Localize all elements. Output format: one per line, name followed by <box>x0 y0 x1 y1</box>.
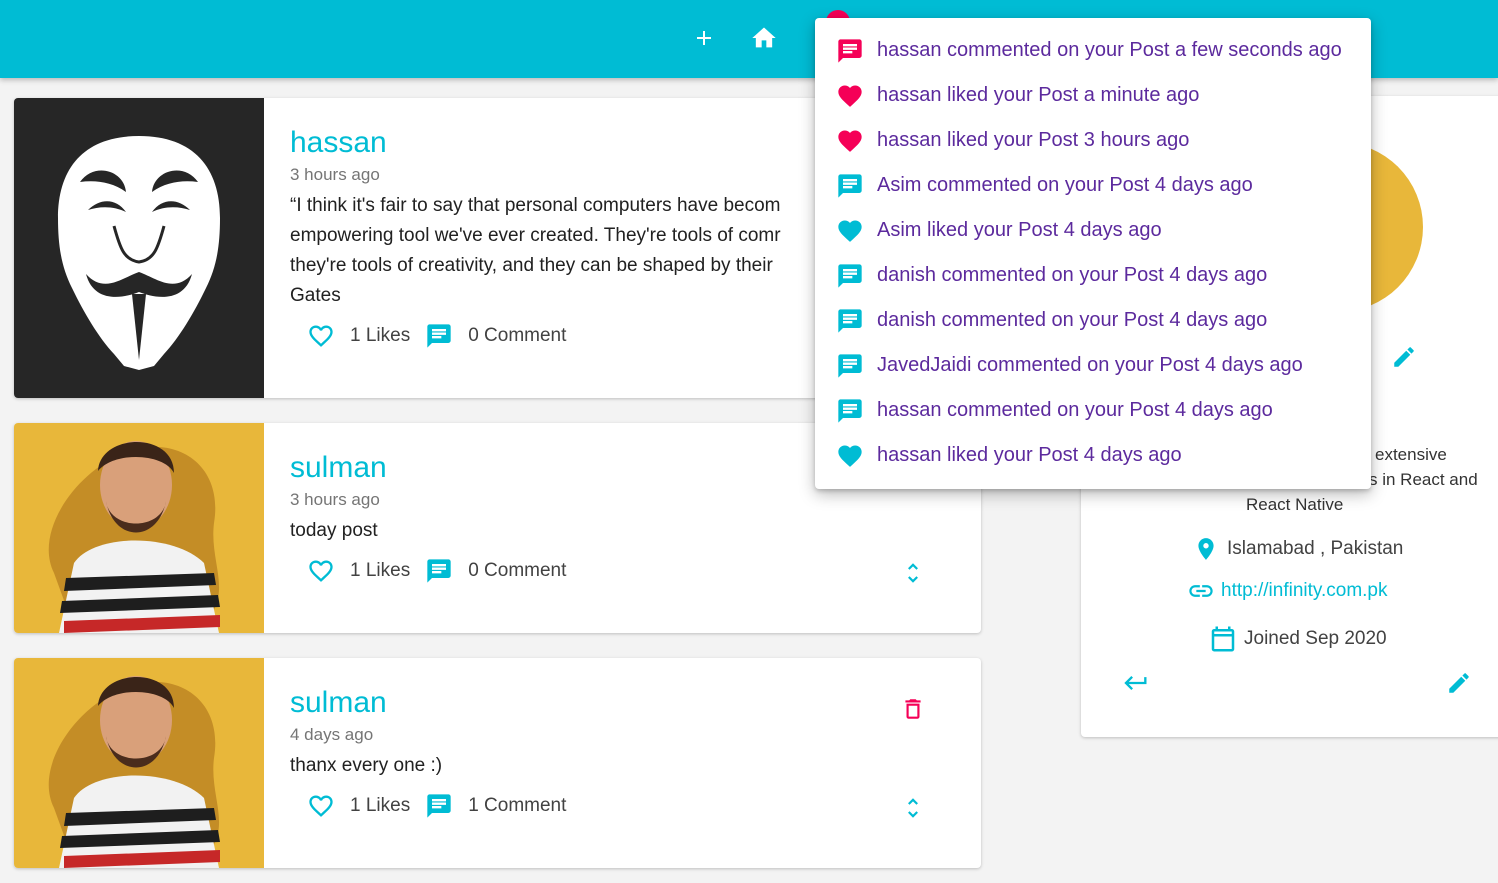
profile-website[interactable]: http://infinity.com.pk <box>1187 577 1388 605</box>
post-avatar-mask <box>14 98 264 398</box>
likes-count: 1 Likes <box>350 560 411 581</box>
expand-button[interactable] <box>898 558 928 588</box>
unfold-more-icon <box>908 563 918 583</box>
comments-count: 1 Comment <box>468 795 567 816</box>
guy-fawkes-mask-icon <box>58 136 220 370</box>
home-button[interactable] <box>744 18 784 58</box>
profile-bio-line: s in React and <box>1369 470 1478 489</box>
user-photo-icon <box>48 441 220 633</box>
edit-avatar-button[interactable] <box>1389 342 1419 372</box>
post-username[interactable]: sulman <box>290 686 387 720</box>
post-actions: 1 Likes 1 Comment <box>290 791 566 821</box>
location-pin-icon <box>1198 538 1214 560</box>
notification-item[interactable]: danish commented on your Post 4 days ago <box>815 253 1371 298</box>
heart-icon <box>835 216 865 246</box>
profile-bio-line: React Native <box>1246 495 1344 514</box>
heart-icon <box>835 81 865 111</box>
delete-icon <box>905 699 921 719</box>
comment-icon <box>835 261 865 291</box>
notification-item[interactable]: hassan liked your Post 3 hours ago <box>815 118 1371 163</box>
delete-post-button[interactable] <box>898 694 928 724</box>
notification-item[interactable]: hassan liked your Post a minute ago <box>815 73 1371 118</box>
comment-button[interactable] <box>424 556 454 586</box>
post-text: “I think it's fair to say that personal … <box>290 195 781 306</box>
comments-count: 0 Comment <box>468 560 567 581</box>
edit-profile-button[interactable] <box>1444 668 1474 698</box>
add-post-button[interactable] <box>684 18 724 58</box>
notification-item[interactable]: hassan commented on your Post a few seco… <box>815 28 1371 73</box>
post-timestamp: 3 hours ago <box>290 165 380 184</box>
comment-button[interactable] <box>424 791 454 821</box>
logout-button[interactable] <box>1121 668 1151 698</box>
heart-outline-icon <box>309 795 333 817</box>
comment-icon <box>835 36 865 66</box>
pencil-icon <box>1394 347 1414 367</box>
pencil-icon <box>1449 673 1469 693</box>
profile-bio-line: extensive <box>1375 445 1447 464</box>
comment-icon <box>835 396 865 426</box>
comment-icon <box>835 171 865 201</box>
post-timestamp: 4 days ago <box>290 725 374 744</box>
comment-icon <box>427 559 451 583</box>
comment-icon <box>427 794 451 818</box>
post-username[interactable]: sulman <box>290 451 387 485</box>
user-photo-icon <box>48 676 220 868</box>
comment-icon <box>835 351 865 381</box>
post-actions: 1 Likes 0 Comment <box>290 321 566 351</box>
like-button[interactable] <box>306 791 336 821</box>
keyboard-return-icon <box>1124 676 1147 690</box>
link-icon <box>1189 585 1213 597</box>
post-avatar-photo <box>14 423 264 633</box>
likes-count: 1 Likes <box>350 325 411 346</box>
plus-icon <box>697 31 711 45</box>
home-icon <box>752 27 776 48</box>
notifications-menu: hassan commented on your Post a few seco… <box>815 18 1371 489</box>
post-text: today post <box>290 520 378 541</box>
notification-item[interactable]: Asim liked your Post 4 days ago <box>815 208 1371 253</box>
post-timestamp: 3 hours ago <box>290 490 380 509</box>
notification-item[interactable]: hassan liked your Post 4 days ago <box>815 433 1371 478</box>
post-avatar-photo <box>14 658 264 868</box>
notification-item[interactable]: Asim commented on your Post 4 days ago <box>815 163 1371 208</box>
heart-outline-icon <box>309 560 333 582</box>
profile-joined: Joined Sep 2020 <box>1208 624 1387 654</box>
like-button[interactable] <box>306 556 336 586</box>
heart-icon <box>835 126 865 156</box>
post-card: sulman 4 days ago thanx every one :) 1 L… <box>14 658 981 868</box>
post-text: thanx every one :) <box>290 755 443 776</box>
heart-outline-icon <box>309 325 333 347</box>
notification-item[interactable]: hassan commented on your Post 4 days ago <box>815 388 1371 433</box>
heart-icon <box>835 441 865 471</box>
notification-item[interactable]: JavedJaidi commented on your Post 4 days… <box>815 343 1371 388</box>
like-button[interactable] <box>306 321 336 351</box>
calendar-icon <box>1211 626 1235 652</box>
post-actions: 1 Likes 0 Comment <box>290 556 566 586</box>
comment-icon <box>427 324 451 348</box>
comments-count: 0 Comment <box>468 325 567 346</box>
comment-icon <box>835 306 865 336</box>
expand-button[interactable] <box>898 793 928 823</box>
unfold-more-icon <box>908 798 918 818</box>
post-username[interactable]: hassan <box>290 126 387 160</box>
profile-location: Islamabad , Pakistan <box>1193 536 1403 562</box>
comment-button[interactable] <box>424 321 454 351</box>
likes-count: 1 Likes <box>350 795 411 816</box>
notification-item[interactable]: danish commented on your Post 4 days ago <box>815 298 1371 343</box>
